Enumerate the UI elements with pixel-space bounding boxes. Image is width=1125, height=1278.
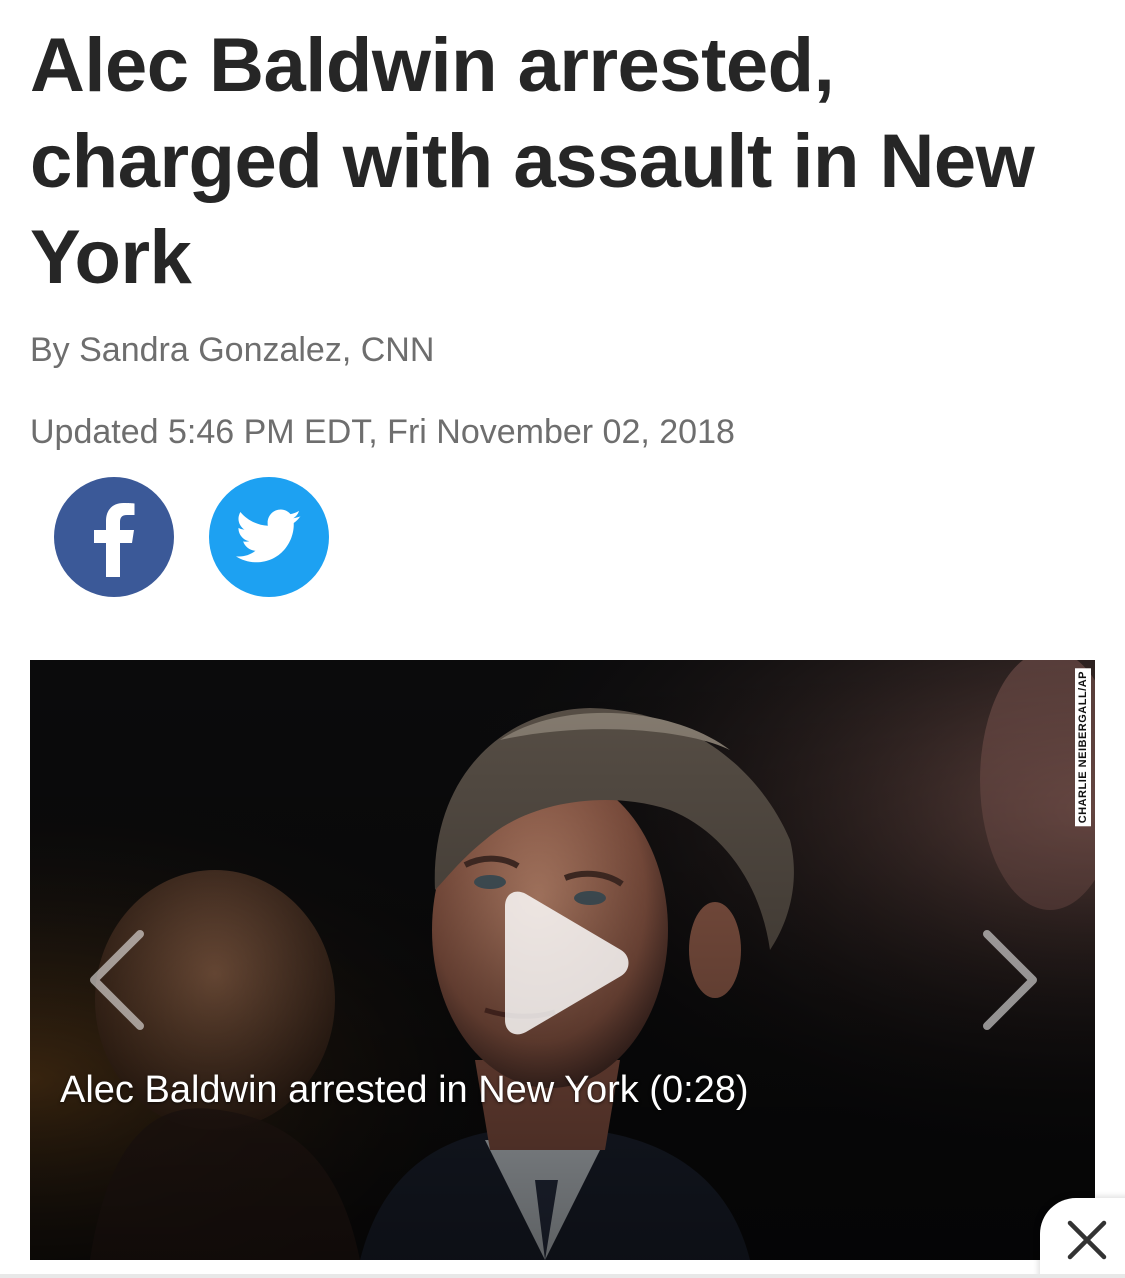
facebook-icon: [94, 503, 135, 577]
video-player[interactable]: CHARLIE NEIBERGALL/AP Alec Baldwin arres…: [30, 660, 1095, 1260]
article-byline[interactable]: By Sandra Gonzalez, CNN: [30, 330, 434, 370]
video-caption: Alec Baldwin arrested in New York (0:28): [60, 1069, 749, 1111]
facebook-share-button[interactable]: [54, 477, 174, 597]
previous-video-button[interactable]: [82, 928, 152, 1032]
chevron-right-icon: [983, 930, 1037, 1030]
photo-credit: CHARLIE NEIBERGALL/AP: [1075, 668, 1091, 827]
article-headline: Alec Baldwin arrested, charged with assa…: [30, 23, 1035, 300]
bottom-divider: [0, 1274, 1125, 1278]
play-icon: [505, 891, 629, 1035]
chevron-left-icon: [90, 930, 144, 1030]
twitter-bird-icon: [236, 509, 301, 563]
close-button[interactable]: [1040, 1198, 1125, 1278]
next-video-button[interactable]: [975, 928, 1045, 1032]
article-timestamp: Updated 5:46 PM EDT, Fri November 02, 20…: [30, 413, 735, 451]
close-icon: [1067, 1220, 1107, 1260]
share-buttons: [54, 477, 329, 597]
twitter-share-button[interactable]: [209, 477, 329, 597]
play-button[interactable]: [495, 888, 635, 1038]
